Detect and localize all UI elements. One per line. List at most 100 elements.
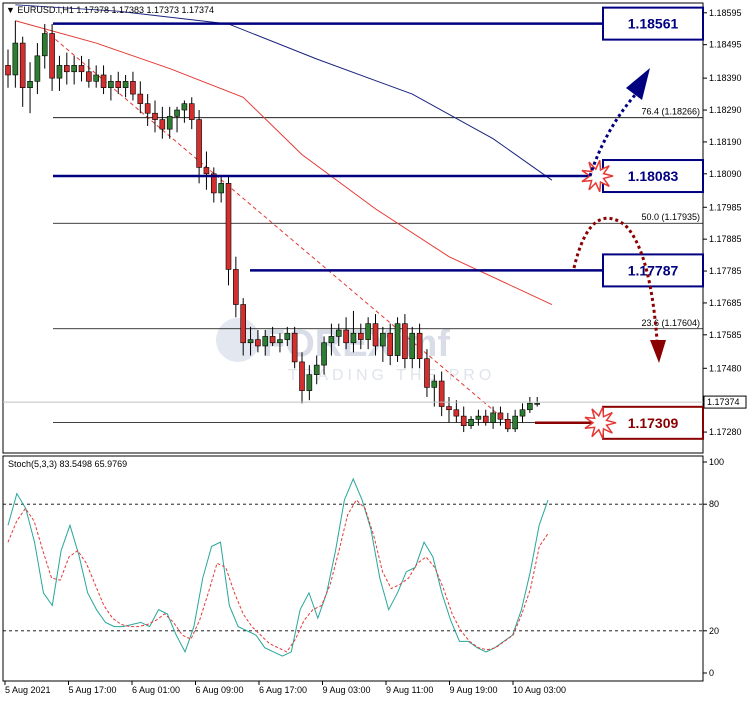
price-tick-label: 1.18495: [709, 40, 742, 50]
candle-body: [438, 380, 445, 407]
candle-body: [5, 65, 11, 76]
candle-body: [93, 74, 99, 82]
candle-body: [27, 81, 33, 89]
candle-body: [291, 332, 298, 363]
candle-body: [343, 329, 349, 344]
current-price-label: 1.17374: [707, 397, 740, 407]
time-tick-label: 5 Aug 2021: [5, 685, 51, 695]
candle-body: [475, 415, 482, 420]
candle-body: [122, 81, 129, 89]
candle-body: [409, 332, 416, 360]
stoch-tick-label: 100: [709, 457, 724, 467]
candle-body: [453, 409, 460, 417]
candle-body: [504, 419, 511, 430]
candle-body: [78, 65, 85, 73]
candle-body: [365, 323, 371, 340]
candle-body: [306, 374, 313, 391]
price-tick-label: 1.17685: [709, 298, 742, 308]
stoch-plot-frame: [2, 455, 704, 682]
candle-body: [49, 33, 55, 79]
candle-body: [255, 339, 261, 347]
candle-body: [196, 119, 202, 168]
fib-level-label: 23.6 (1.17604): [641, 318, 700, 328]
candle-body: [130, 81, 136, 95]
candle-body: [233, 269, 239, 305]
time-tick-label: 6 Aug 09:00: [196, 685, 244, 695]
candle-body: [424, 358, 430, 388]
fib-level-label: 76.4 (1.18266): [641, 107, 700, 117]
key-level-label: 1.18561: [628, 16, 679, 32]
candle-body: [19, 42, 26, 89]
candle-body: [137, 93, 144, 104]
candle-body: [416, 332, 423, 360]
time-tick-label: 5 Aug 17:00: [69, 685, 117, 695]
candle-body: [387, 332, 394, 356]
price-tick-label: 1.17885: [709, 234, 742, 244]
candle-body: [482, 415, 489, 423]
candle-body: [269, 336, 276, 344]
time-tick-label: 10 Aug 03:00: [513, 685, 566, 695]
stoch-tick-label: 80: [709, 499, 719, 509]
candle-body: [328, 336, 335, 344]
price-tick-label: 1.17985: [709, 202, 742, 212]
symbol-header-text: EURUSD.i,H1 1.17378 1.17383 1.17373 1.17…: [17, 5, 214, 15]
candle-body: [181, 103, 188, 111]
candle-body: [144, 103, 151, 114]
key-level-label: 1.18083: [628, 168, 679, 184]
symbol-header: ▼ EURUSD.i,H1 1.17378 1.17383 1.17373 1.…: [6, 5, 214, 15]
price-tick-label: 1.18190: [709, 137, 742, 147]
candle-body: [512, 415, 518, 430]
fib-level-label: 50.0 (1.17935): [641, 212, 700, 222]
time-tick-label: 9 Aug 11:00: [386, 685, 433, 695]
candle-body: [12, 42, 19, 76]
candle-body: [402, 323, 408, 360]
candle-body: [490, 412, 496, 423]
price-tick-label: 1.17280: [709, 427, 742, 437]
candle-body: [100, 74, 107, 89]
candle-body: [335, 329, 342, 337]
candle-body: [284, 332, 291, 340]
candle-body: [41, 33, 48, 57]
candle-body: [240, 304, 246, 344]
candle-body: [357, 332, 364, 340]
price-tick-label: 1.17585: [709, 330, 742, 340]
time-tick-label: 9 Aug 19:00: [450, 685, 498, 695]
candle-body: [350, 332, 357, 344]
candle-body: [313, 364, 320, 375]
candle-body: [446, 406, 452, 411]
price-tick-label: 1.18595: [709, 8, 742, 18]
time-tick-label: 6 Aug 01:00: [132, 685, 180, 695]
time-tick-label: 9 Aug 03:00: [323, 685, 371, 695]
candle-body: [299, 361, 305, 391]
key-level-label: 1.17787: [628, 262, 679, 278]
price-tick-label: 1.18290: [709, 105, 742, 115]
candle-body: [460, 415, 467, 426]
price-chart-window[interactable]: FOREXimf TRADING THE PRO 76.4 (1.18266)5…: [0, 0, 749, 702]
time-tick-label: 6 Aug 17:00: [259, 685, 307, 695]
candle-body: [262, 336, 269, 347]
candle-body: [166, 116, 173, 130]
candle-body: [497, 412, 504, 420]
price-tick-label: 1.18090: [709, 169, 742, 179]
candle-body: [56, 65, 63, 79]
candle-body: [534, 403, 541, 405]
candle-body: [203, 167, 210, 175]
candle-body: [431, 380, 438, 388]
candle-body: [247, 339, 254, 344]
candle-body: [152, 112, 158, 120]
stoch-tick-label: 0: [709, 668, 714, 678]
candle-body: [34, 55, 41, 82]
candle-body: [71, 65, 77, 73]
candle-body: [64, 65, 70, 73]
candle-body: [115, 81, 122, 89]
price-tick-label: 1.17480: [709, 363, 742, 373]
price-tick-label: 1.18390: [709, 73, 742, 83]
candle-body: [218, 183, 224, 194]
candle-body: [321, 342, 327, 366]
candle-body: [225, 183, 232, 270]
candle-body: [159, 119, 166, 130]
candle-body: [468, 419, 474, 426]
time-axis: 5 Aug 2021 5 Aug 17:00 6 Aug 01:00 6 Aug 09…: [4, 681, 566, 695]
candle-body: [372, 323, 379, 347]
stoch-title: Stoch(5,3,3) 83.5498 65.9769: [8, 459, 127, 469]
